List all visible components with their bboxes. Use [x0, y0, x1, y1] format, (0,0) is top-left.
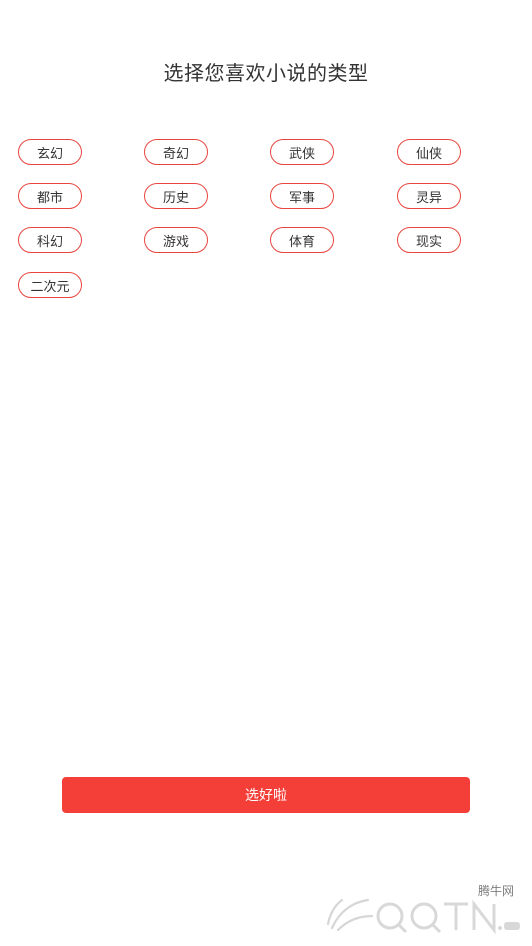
genre-chip-wuxia[interactable]: 武侠	[270, 139, 334, 165]
watermark: 腾牛网	[314, 880, 524, 940]
genre-chip-qihuan[interactable]: 奇幻	[144, 139, 208, 165]
genre-chip-tiyu[interactable]: 体育	[270, 227, 334, 253]
genre-chip-dushi[interactable]: 都市	[18, 183, 82, 209]
confirm-button[interactable]: 选好啦	[62, 777, 470, 813]
page-title: 选择您喜欢小说的类型	[163, 61, 369, 85]
genre-chip-junshi[interactable]: 军事	[270, 183, 334, 209]
genre-chip-xuanhuan[interactable]: 玄幻	[18, 139, 82, 165]
genre-chip-xianxia[interactable]: 仙侠	[397, 139, 461, 165]
genre-chip-youxi[interactable]: 游戏	[144, 227, 208, 253]
genre-chip-lishi[interactable]: 历史	[144, 183, 208, 209]
genre-chip-xianshi[interactable]: 现实	[397, 227, 461, 253]
genre-chip-erciyuan[interactable]: 二次元	[18, 272, 82, 298]
watermark-cn-label: 腾牛网	[477, 884, 514, 898]
genre-chip-kehuan[interactable]: 科幻	[18, 227, 82, 253]
genre-chip-lingyi[interactable]: 灵异	[397, 183, 461, 209]
